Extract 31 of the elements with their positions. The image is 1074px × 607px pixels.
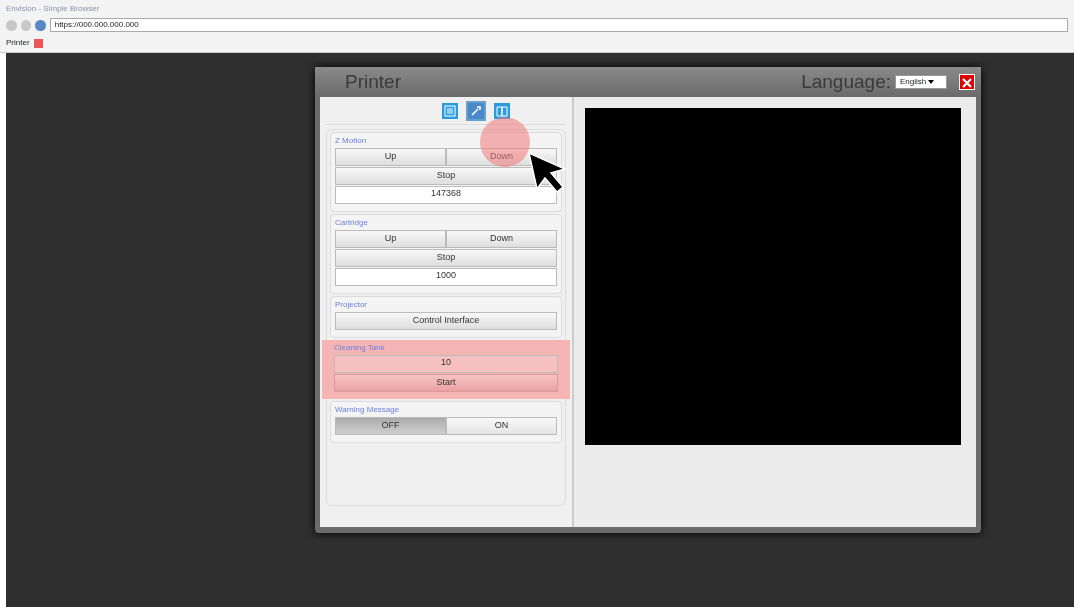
close-icon: [962, 77, 972, 88]
section-label: Warning Message: [335, 404, 401, 416]
address-field[interactable]: https://000.000.000.000: [49, 18, 1068, 32]
action-button[interactable]: Stop: [335, 167, 557, 185]
action-button[interactable]: Control Interface: [335, 312, 557, 330]
toggle-option[interactable]: ON: [446, 417, 557, 435]
action-button[interactable]: Start: [334, 374, 558, 392]
wrench-tab[interactable]: [468, 103, 484, 119]
language-label: Language:: [801, 69, 891, 94]
action-button[interactable]: Up: [335, 230, 446, 248]
toggle-option[interactable]: OFF: [335, 417, 446, 435]
value-field[interactable]: 147368: [335, 186, 557, 204]
highlight-circle: [480, 117, 530, 167]
window-title: Envision - Simple Browser: [5, 3, 101, 15]
section-label: Projector: [335, 299, 368, 311]
section-label: Cartridge: [335, 217, 369, 229]
section-label: Z Motion: [335, 135, 368, 147]
close-button[interactable]: [959, 74, 975, 90]
dialog-title: Printer: [345, 69, 401, 94]
browser-tab[interactable]: Printer: [6, 37, 30, 49]
section-label: Cleaning Tank: [334, 342, 386, 354]
action-button[interactable]: Stop: [335, 249, 557, 267]
caret-icon: [928, 79, 935, 84]
language-select[interactable]: English: [895, 75, 947, 89]
value-field[interactable]: 10: [334, 355, 558, 373]
book-icon: [494, 103, 510, 119]
close-icon[interactable]: [33, 38, 43, 48]
book-tab[interactable]: [494, 103, 510, 119]
action-button[interactable]: Down: [446, 230, 557, 248]
value-field[interactable]: 1000: [335, 268, 557, 286]
action-button[interactable]: Up: [335, 148, 446, 166]
